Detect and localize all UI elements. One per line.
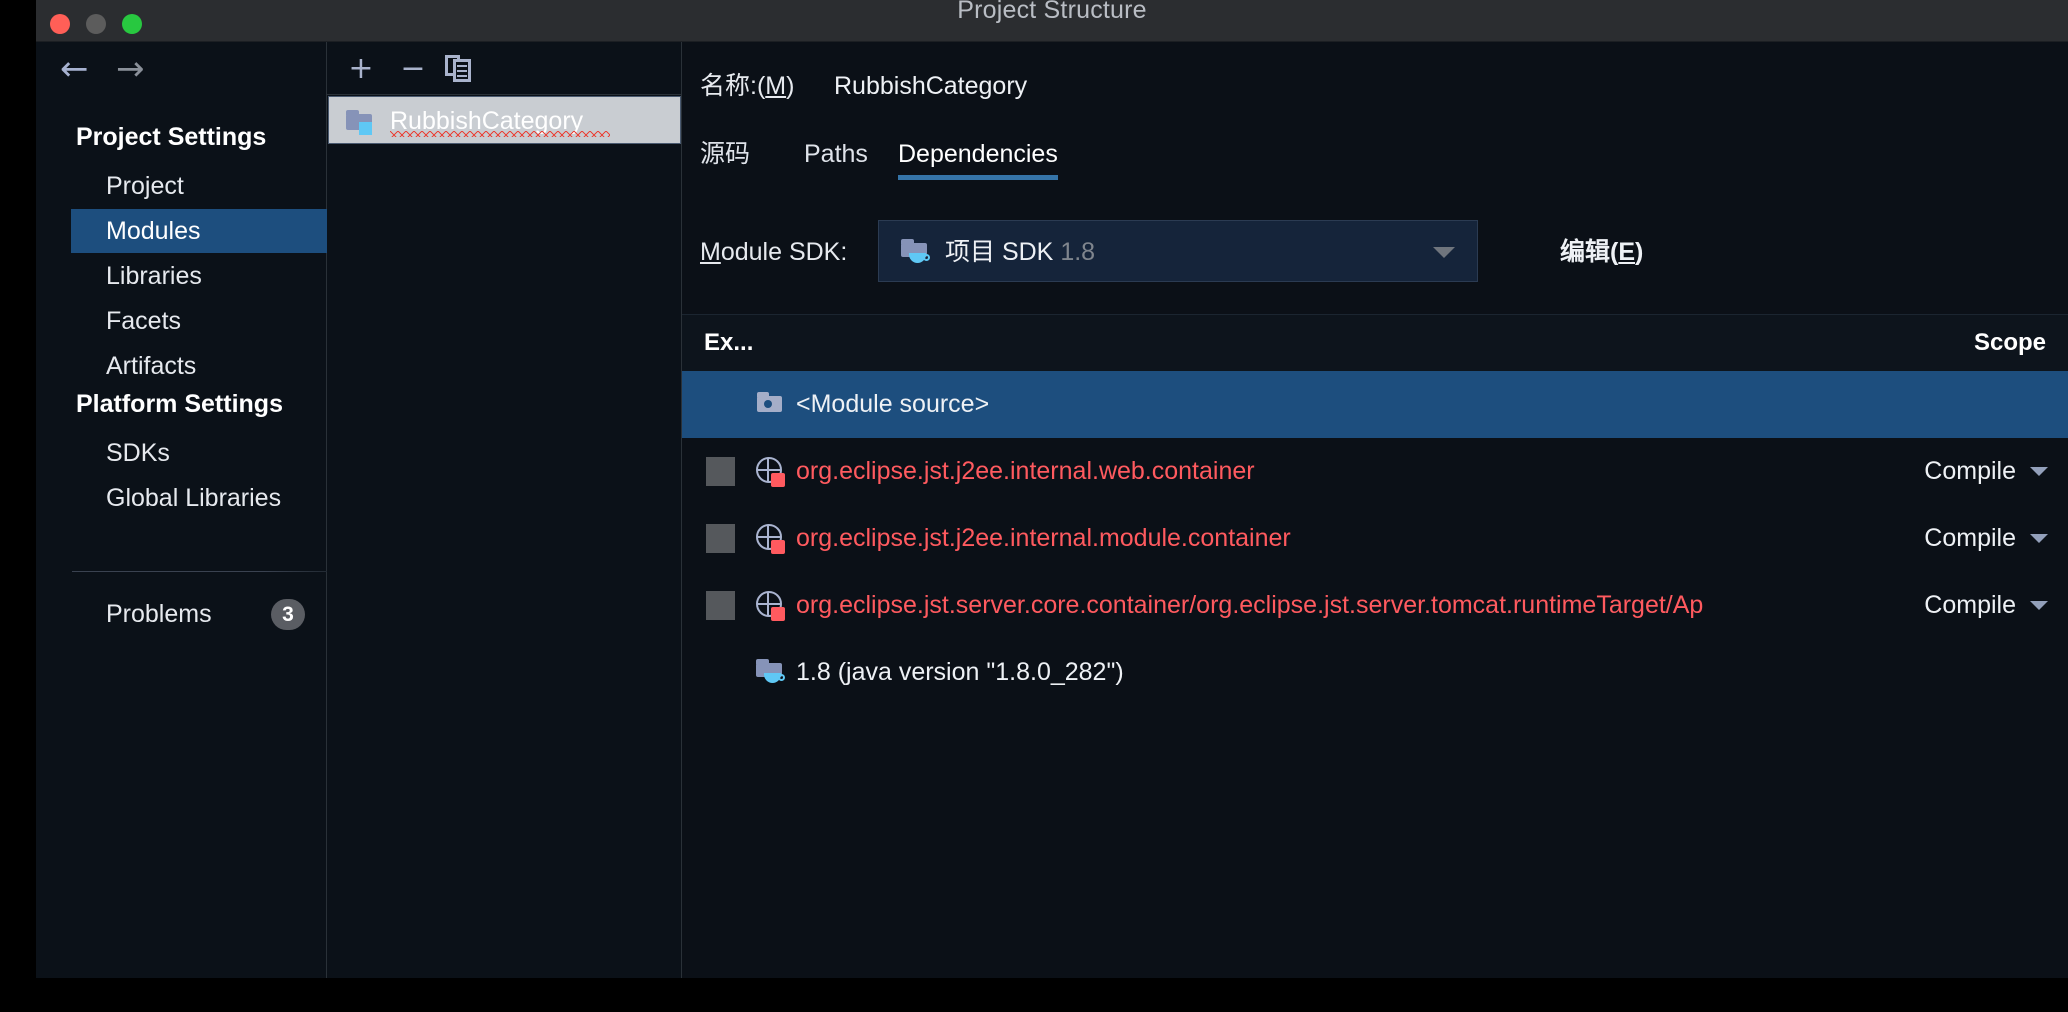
module-name-row: 名称:(M) RubbishCategory [682, 64, 2068, 108]
sidebar-item-label: Artifacts [106, 352, 197, 380]
export-checkbox[interactable] [706, 524, 735, 553]
copy-module-button[interactable] [443, 52, 479, 86]
sidebar-divider [72, 571, 327, 572]
sidebar-item-label: SDKs [106, 439, 170, 467]
dependency-name: org.eclipse.jst.j2ee.internal.web.contai… [796, 457, 1255, 485]
dependency-scope-value[interactable]: Compile [1924, 505, 2016, 572]
jdk-folder-icon [756, 659, 786, 685]
library-globe-error-icon [756, 591, 786, 621]
table-row[interactable]: <Module source> [682, 371, 2068, 438]
jdk-folder-icon [901, 239, 931, 265]
sidebar-item-project[interactable]: Project [71, 164, 327, 208]
module-sdk-row: Module SDK: 项目 SDK 1.8 编辑(E) [682, 202, 2068, 302]
sidebar-item-libraries[interactable]: Libraries [71, 254, 327, 298]
chevron-down-icon[interactable] [2030, 601, 2048, 610]
sidebar-item-modules[interactable]: Modules [71, 209, 327, 253]
library-globe-error-icon [756, 524, 786, 554]
tab-active-underline [898, 175, 1058, 180]
dependency-name: org.eclipse.jst.server.core.container/or… [796, 591, 1704, 619]
sidebar-group-project-settings: Project Settings [76, 123, 267, 151]
dependencies-table-header: Ex... Scope [682, 315, 2068, 371]
module-name-value[interactable]: RubbishCategory [834, 64, 1027, 108]
column-header-export[interactable]: Ex... [704, 315, 753, 371]
problems-count-badge: 3 [271, 599, 305, 630]
window-titlebar: Project Structure [36, 0, 2068, 42]
sidebar-item-global-libraries[interactable]: Global Libraries [71, 476, 327, 520]
module-details-panel: 名称:(M) RubbishCategory 源码 Paths Dependen… [682, 42, 2068, 978]
sidebar-item-problems[interactable]: Problems 3 [71, 590, 327, 638]
table-row[interactable]: org.eclipse.jst.j2ee.internal.web.contai… [682, 438, 2068, 505]
window-title: Project Structure [957, 0, 1147, 24]
screen: Project Structure ← → Project Settings P… [0, 0, 2068, 1012]
sidebar-item-label: Global Libraries [106, 484, 282, 512]
dependencies-table: Ex... Scope <Module source> org.eclipse.… [682, 314, 2068, 978]
edit-sdk-button[interactable]: 编辑(E) [1560, 202, 1643, 302]
arrow-right-icon[interactable]: → [116, 52, 145, 86]
spellcheck-underline [390, 131, 610, 137]
column-header-scope[interactable]: Scope [1974, 315, 2046, 371]
module-list-item[interactable]: RubbishCategory [328, 96, 681, 144]
sidebar-item-label: Problems [106, 600, 212, 628]
dependency-scope-value[interactable]: Compile [1924, 438, 2016, 505]
chevron-down-icon[interactable] [2030, 467, 2048, 476]
window-body: ← → Project Settings Project Modules Lib… [36, 42, 2068, 978]
sidebar-group-platform-settings: Platform Settings [76, 390, 283, 418]
modules-list-panel: + − RubbishCategory [327, 42, 682, 978]
sidebar-item-sdks[interactable]: SDKs [71, 431, 327, 475]
export-checkbox[interactable] [706, 457, 735, 486]
module-folder-icon [346, 110, 376, 135]
library-globe-error-icon [756, 457, 786, 487]
module-sdk-label: Module SDK: [700, 238, 848, 266]
module-name-label: 名称:(M) [700, 72, 795, 100]
dependency-name: org.eclipse.jst.j2ee.internal.module.con… [796, 524, 1291, 552]
tab-label: Dependencies [898, 140, 1058, 168]
module-tabs: 源码 Paths Dependencies [682, 134, 2068, 184]
table-row[interactable]: org.eclipse.jst.server.core.container/or… [682, 572, 2068, 639]
sidebar-item-label: Project [106, 172, 184, 200]
sidebar-item-facets[interactable]: Facets [71, 299, 327, 343]
module-list-item-label: RubbishCategory [390, 107, 584, 135]
chevron-down-icon[interactable] [2030, 534, 2048, 543]
copy-icon [443, 52, 479, 86]
modules-toolbar: + − [327, 42, 682, 95]
table-row[interactable]: 1.8 (java version "1.8.0_282") [682, 639, 2068, 706]
sidebar-item-label: Libraries [106, 262, 202, 290]
sidebar-item-artifacts[interactable]: Artifacts [71, 344, 327, 388]
remove-module-button[interactable]: − [395, 52, 431, 86]
dependency-scope-value[interactable]: Compile [1924, 572, 2016, 639]
table-row[interactable]: org.eclipse.jst.j2ee.internal.module.con… [682, 505, 2068, 572]
settings-sidebar: ← → Project Settings Project Modules Lib… [36, 42, 327, 978]
tab-label: Paths [804, 140, 868, 168]
tab-label: 源码 [700, 140, 751, 168]
chevron-down-icon[interactable] [1433, 247, 1455, 258]
tab-paths[interactable]: Paths [804, 134, 868, 184]
add-module-button[interactable]: + [343, 52, 379, 86]
sidebar-nav-arrows: ← → [36, 42, 327, 94]
project-structure-window: Project Structure ← → Project Settings P… [36, 0, 2068, 978]
sidebar-item-label: Facets [106, 307, 182, 335]
tab-dependencies[interactable]: Dependencies [898, 134, 1058, 184]
sidebar-item-label: Modules [106, 217, 201, 245]
arrow-left-icon[interactable]: ← [60, 52, 89, 86]
dependency-name: <Module source> [796, 390, 990, 418]
module-sdk-dropdown[interactable]: 项目 SDK 1.8 [878, 220, 1478, 282]
export-checkbox[interactable] [706, 591, 735, 620]
tab-sources[interactable]: 源码 [700, 134, 750, 184]
dependency-name: 1.8 (java version "1.8.0_282") [796, 658, 1124, 686]
module-source-folder-icon [757, 392, 785, 415]
module-sdk-value: 项目 SDK 1.8 [945, 238, 1096, 266]
